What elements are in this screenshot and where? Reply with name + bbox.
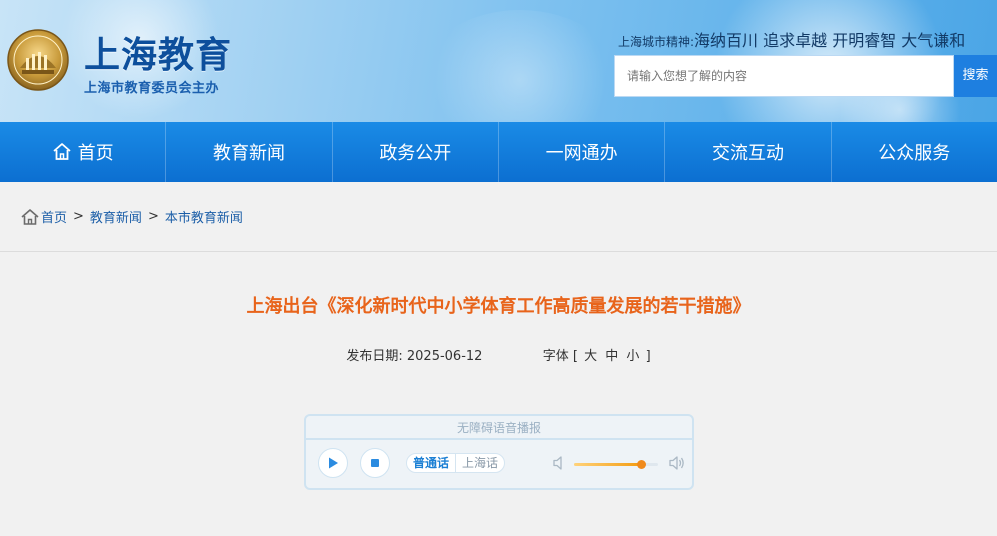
main-nav: 首页 教育新闻 政务公开 一网通办 交流互动 公众服务 [0, 122, 997, 182]
nav-item-label: 教育新闻 [212, 143, 285, 164]
nav-item-government-affairs[interactable]: 政务公开 [333, 122, 499, 182]
publish-date-label: 发布日期: [346, 349, 403, 364]
volume-low-icon[interactable] [552, 455, 566, 471]
player-title: 无障碍语音播报 [306, 416, 692, 440]
breadcrumb-home[interactable]: 首页 [41, 207, 67, 226]
breadcrumb-local-news[interactable]: 本市教育新闻 [165, 207, 243, 226]
accessible-audio-player: 无障碍语音播报 普通话 上海话 [304, 414, 694, 490]
site-title[interactable]: 上海教育 [84, 26, 232, 78]
volume-knob[interactable] [637, 460, 647, 469]
search-button[interactable]: 搜索 [954, 55, 997, 97]
font-size-small[interactable]: 小 [626, 349, 639, 364]
nav-item-public-service[interactable]: 公众服务 [832, 122, 997, 182]
search-input[interactable] [615, 56, 953, 96]
font-size-bracket-close: ] [645, 349, 651, 364]
play-icon [329, 457, 338, 469]
stop-button[interactable] [360, 448, 390, 478]
breadcrumb-education-news[interactable]: 教育新闻 [90, 207, 142, 226]
lang-shanghainese-button[interactable]: 上海话 [455, 454, 504, 472]
search-box [614, 55, 954, 97]
article-title: 上海出台《深化新时代中小学体育工作高质量发展的若干措施》 [246, 296, 751, 317]
nav-item-home[interactable]: 首页 [0, 122, 167, 182]
font-size-large[interactable]: 大 [584, 349, 597, 364]
breadcrumb: 首页 > 教育新闻 > 本市教育新闻 [0, 182, 997, 252]
nav-item-label: 首页 [77, 143, 114, 164]
home-icon [53, 143, 71, 160]
lang-mandarin-button[interactable]: 普通话 [407, 454, 455, 472]
nav-item-education-news[interactable]: 教育新闻 [166, 122, 333, 182]
site-header: 上海教育 上海市教育委员会主办 上海城市精神:海纳百川 追求卓越 开明睿智 大气… [0, 0, 997, 122]
volume-high-icon[interactable] [668, 455, 686, 471]
article-meta: 发布日期: 2025-06-12 字体 [ 大 中 小 ] [0, 345, 997, 364]
breadcrumb-separator: > [73, 209, 84, 224]
volume-slider[interactable] [574, 460, 658, 469]
city-spirit-label: 上海城市精神: [618, 35, 695, 49]
language-switch: 普通话 上海话 [406, 453, 506, 473]
font-size-switcher: 字体 [ 大 中 小 ] [543, 349, 651, 364]
shanghai-emblem-icon[interactable] [6, 28, 70, 92]
stop-icon [371, 459, 379, 467]
font-size-bracket-open: [ [572, 349, 578, 364]
nav-item-interaction[interactable]: 交流互动 [665, 122, 832, 182]
nav-item-label: 一网通办 [545, 143, 618, 164]
nav-item-one-stop-service[interactable]: 一网通办 [499, 122, 666, 182]
city-spirit-text: 海纳百川 追求卓越 开明睿智 大气谦和 [694, 31, 966, 50]
city-spirit: 上海城市精神:海纳百川 追求卓越 开明睿智 大气谦和 [618, 27, 965, 51]
font-size-label: 字体 [542, 349, 569, 364]
volume-fill [574, 463, 642, 466]
breadcrumb-separator: > [147, 209, 159, 224]
header-decoration [420, 10, 620, 122]
font-size-medium[interactable]: 中 [605, 349, 618, 364]
nav-item-label: 政务公开 [379, 143, 452, 164]
publish-date: 2025-06-12 [406, 349, 483, 364]
home-icon [21, 208, 39, 225]
nav-item-label: 公众服务 [878, 143, 951, 164]
nav-item-label: 交流互动 [711, 143, 784, 164]
site-subtitle: 上海市教育委员会主办 [84, 81, 220, 96]
play-button[interactable] [318, 448, 348, 478]
